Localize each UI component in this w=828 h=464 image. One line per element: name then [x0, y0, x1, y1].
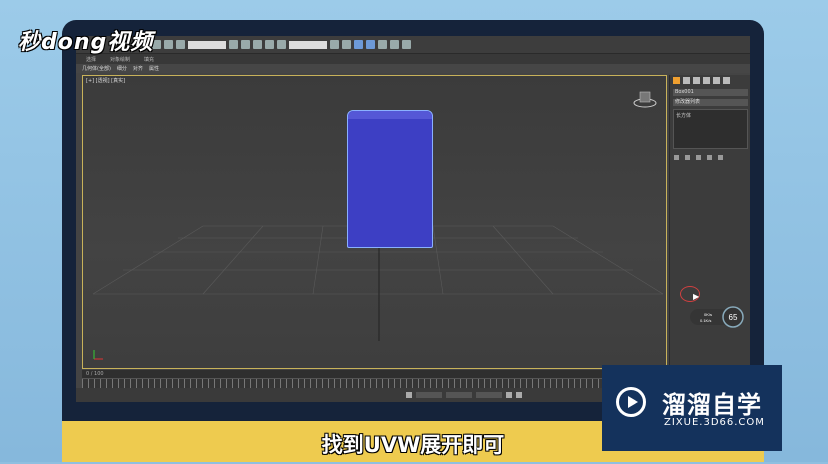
x-coord-field[interactable]: [416, 392, 442, 398]
brand-logo: 秒dong视频: [18, 30, 154, 55]
lock-icon[interactable]: [406, 392, 412, 398]
y-coord-field[interactable]: [446, 392, 472, 398]
watermark-subtitle: ZIXUE.3D66.COM: [664, 417, 765, 428]
modifier-stack-item[interactable]: 长方体: [676, 113, 691, 119]
make-unique-icon[interactable]: [696, 155, 701, 160]
watermark: 溜溜自学 ZIXUE.3D66.COM: [602, 365, 782, 451]
key-icon[interactable]: [506, 392, 512, 398]
speed-down: 0.1K/s: [700, 318, 711, 323]
speed-up: 0K/s: [704, 312, 712, 317]
track-bar[interactable]: [82, 378, 667, 388]
create-tab-icon[interactable]: [673, 77, 680, 84]
pin-stack-icon[interactable]: [674, 155, 679, 160]
mouse-cursor-icon: ▶: [693, 292, 700, 301]
ribbon-tab[interactable]: 选择: [86, 56, 96, 63]
rotate-icon[interactable]: [229, 40, 238, 49]
render-setup-icon[interactable]: [378, 40, 387, 49]
main-toolbar: [76, 36, 750, 54]
sub-ribbon: 几何体(全部) 细分 对齐 属性: [76, 64, 750, 73]
sub-ribbon-item[interactable]: 对齐: [133, 65, 143, 72]
speed-percent: 65: [729, 313, 738, 322]
move-icon[interactable]: [176, 40, 185, 49]
render-frame-icon[interactable]: [402, 40, 411, 49]
material-editor-icon[interactable]: [366, 40, 375, 49]
network-speed-widget: 65 0K/s 0.1K/s: [690, 306, 744, 328]
watermark-title: 溜溜自学: [662, 391, 762, 419]
ribbon-tabs: 选择 对象绘制 填充: [76, 54, 750, 64]
sub-ribbon-item[interactable]: 几何体(全部): [82, 65, 111, 72]
align-icon[interactable]: [342, 40, 351, 49]
viewcube-icon[interactable]: [633, 90, 657, 108]
snap-icon[interactable]: [253, 40, 262, 49]
axis-tripod-icon: [93, 350, 103, 360]
scale-icon[interactable]: [241, 40, 250, 49]
sub-ribbon-item[interactable]: 细分: [117, 65, 127, 72]
z-coord-field[interactable]: [476, 392, 502, 398]
selection-filter-dropdown[interactable]: [188, 40, 226, 49]
configure-sets-icon[interactable]: [718, 155, 723, 160]
layer-icon[interactable]: [354, 40, 363, 49]
command-panel-tabs: [670, 75, 750, 86]
max-window: 选择 对象绘制 填充 几何体(全部) 细分 对齐 属性 [+] [透视] [真实…: [76, 36, 750, 402]
modifier-list-dropdown[interactable]: 修改器列表: [673, 99, 748, 106]
angle-snap-icon[interactable]: [265, 40, 274, 49]
named-selection-field[interactable]: [289, 40, 327, 49]
show-end-result-icon[interactable]: [685, 155, 690, 160]
select-icon[interactable]: [164, 40, 173, 49]
display-tab-icon[interactable]: [713, 77, 720, 84]
mirror-icon[interactable]: [330, 40, 339, 49]
frame-counter: 0 / 100: [86, 371, 104, 377]
motion-tab-icon[interactable]: [703, 77, 710, 84]
object-name-field[interactable]: Box001: [673, 89, 748, 96]
ribbon-tab[interactable]: 填充: [144, 56, 154, 63]
hierarchy-tab-icon[interactable]: [693, 77, 700, 84]
modify-tab-icon[interactable]: [683, 77, 690, 84]
time-slider[interactable]: 0 / 100: [82, 370, 667, 378]
stack-tools: [674, 155, 747, 160]
utilities-tab-icon[interactable]: [723, 77, 730, 84]
modifier-stack[interactable]: 长方体: [673, 109, 748, 149]
sub-ribbon-item[interactable]: 属性: [149, 65, 159, 72]
ribbon-tab[interactable]: 对象绘制: [110, 56, 130, 63]
box-object[interactable]: [347, 110, 433, 248]
play-logo-icon: [616, 387, 646, 417]
render-icon[interactable]: [390, 40, 399, 49]
play-icon[interactable]: [516, 392, 522, 398]
percent-snap-icon[interactable]: [277, 40, 286, 49]
remove-modifier-icon[interactable]: [707, 155, 712, 160]
box-top-face: [348, 111, 432, 119]
redo-icon[interactable]: [152, 40, 161, 49]
perspective-viewport[interactable]: [+] [透视] [真实]: [82, 75, 667, 369]
